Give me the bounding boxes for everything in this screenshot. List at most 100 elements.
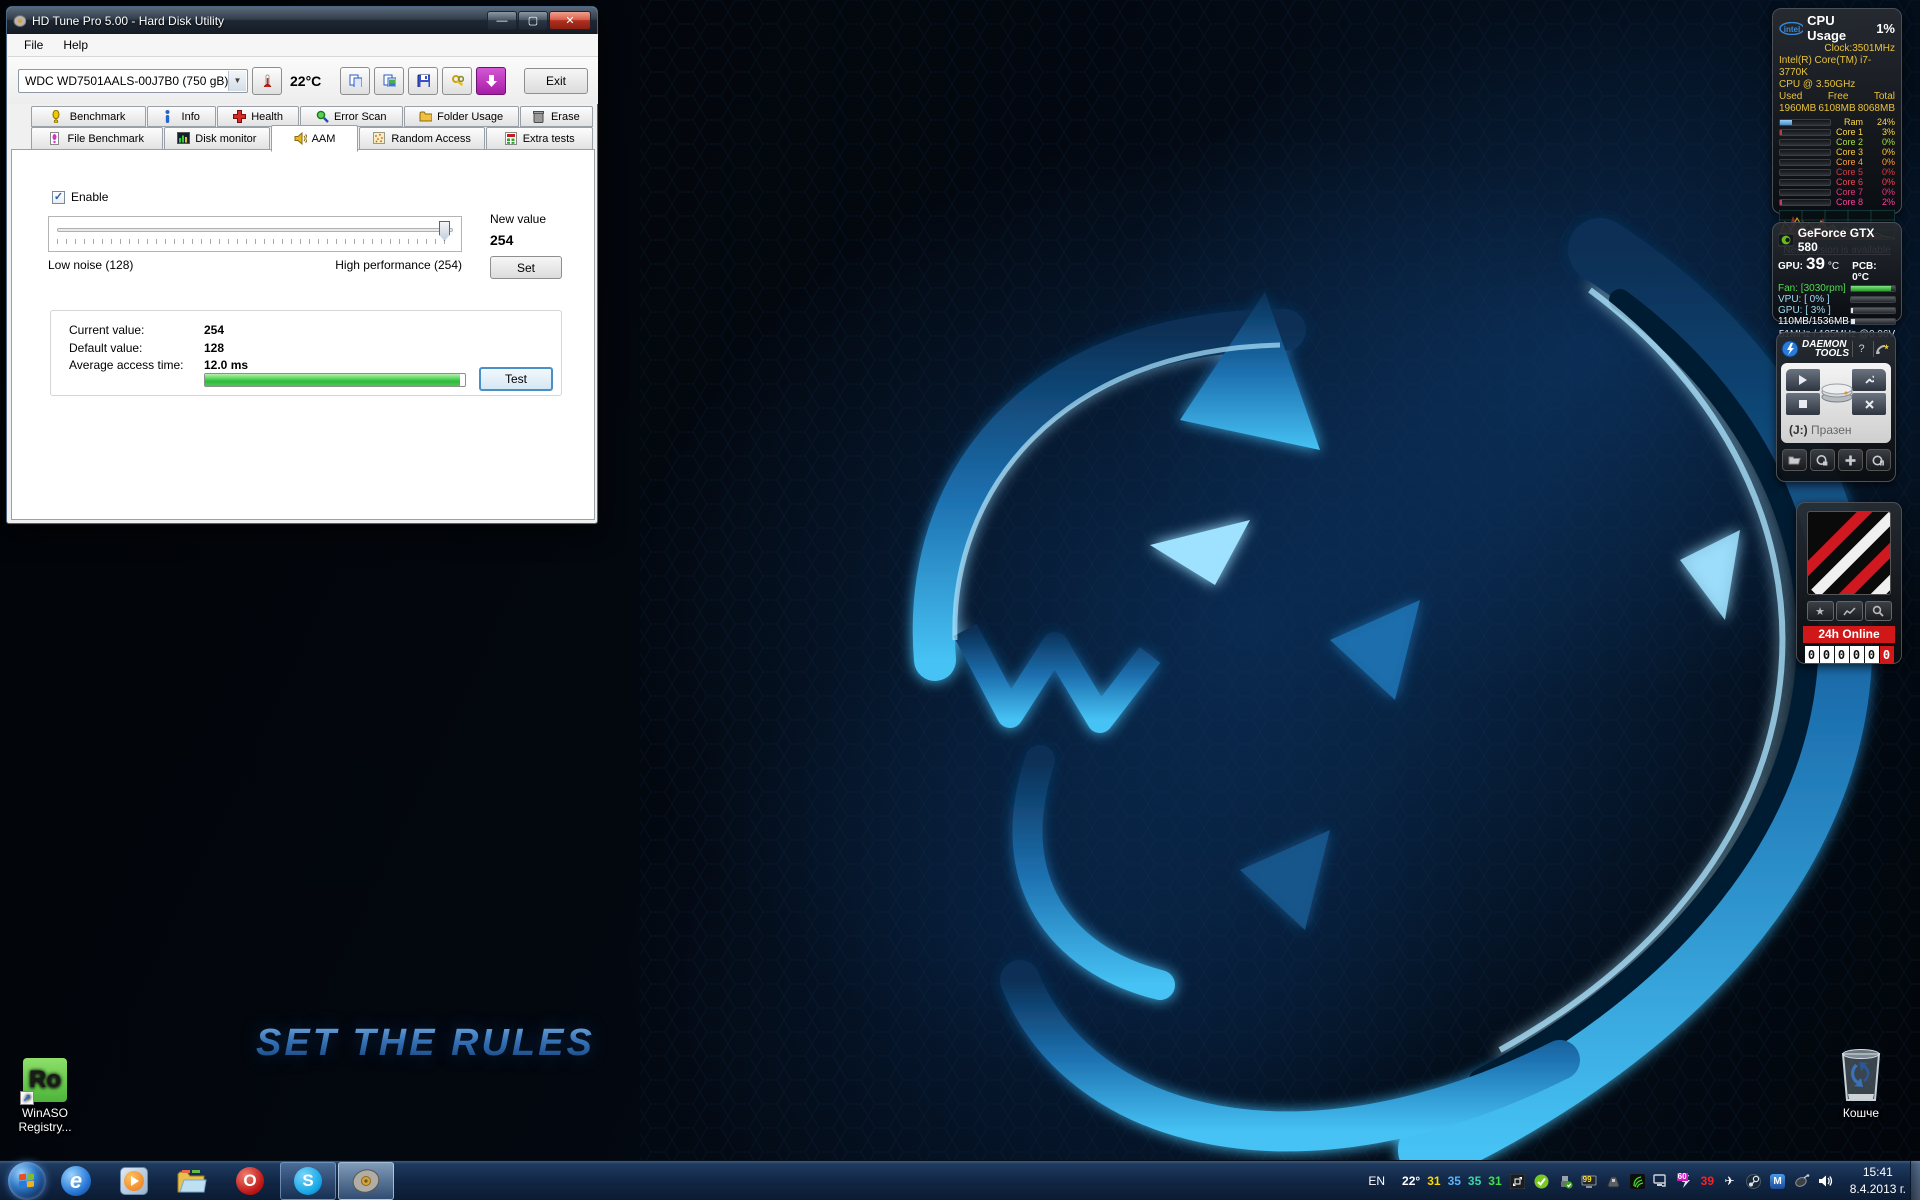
enable-checkbox[interactable]: ✓ bbox=[52, 191, 65, 204]
monitor-99-tray-icon[interactable]: 99 bbox=[1581, 1173, 1598, 1189]
avg-access-row: Average access time: 12.0 ms bbox=[69, 358, 248, 372]
tray-temp-1[interactable]: 22° bbox=[1402, 1174, 1420, 1188]
access-time-progressbar bbox=[204, 373, 466, 387]
tab-folder-usage[interactable]: Folder Usage bbox=[404, 106, 519, 127]
tab-random-access[interactable]: Random Access bbox=[359, 127, 486, 150]
progress-fill bbox=[205, 374, 460, 386]
copy-screenshot-button[interactable] bbox=[374, 67, 404, 95]
tab-info[interactable]: Info bbox=[147, 106, 216, 127]
volume-tray-icon[interactable] bbox=[1817, 1173, 1834, 1189]
daemon-mount-folder-button[interactable] bbox=[1782, 449, 1807, 471]
minimize-button[interactable]: — bbox=[487, 11, 517, 30]
disc-save-icon bbox=[1816, 455, 1828, 466]
visitor-counter-gadget[interactable]: ★ 24h Online 0 0 0 0 0 0 bbox=[1796, 502, 1902, 664]
tab-disk-monitor[interactable]: Disk monitor bbox=[164, 127, 271, 150]
counter-label: 24h Online bbox=[1803, 626, 1895, 643]
tab-extra-tests[interactable]: Extra tests bbox=[486, 127, 593, 150]
scroll-down-button[interactable] bbox=[476, 67, 506, 95]
drive-select[interactable]: WDC WD7501AALS-00J7B0 (750 gB) ▼ bbox=[18, 69, 248, 93]
daemon-news-button[interactable] bbox=[1873, 341, 1891, 357]
daemon-play-button[interactable] bbox=[1786, 369, 1820, 391]
tab-error-scan[interactable]: Error Scan bbox=[300, 106, 403, 127]
razer-tray-icon[interactable] bbox=[1629, 1173, 1646, 1189]
taskbar-app-explorer[interactable] bbox=[164, 1162, 220, 1200]
aam-slider[interactable] bbox=[48, 216, 462, 252]
language-indicator[interactable]: EN bbox=[1368, 1174, 1385, 1188]
tab-erase[interactable]: Erase bbox=[520, 106, 593, 127]
clock-date: 8.4.2013 г. bbox=[1850, 1181, 1906, 1198]
cpu-usage-gadget[interactable]: intel CPU Usage 1% Clock:3501MHz Intel(R… bbox=[1772, 8, 1902, 214]
magicdisc-tray-icon[interactable]: M bbox=[1769, 1173, 1786, 1189]
cpu-60-tray-icon[interactable]: 60 bbox=[1677, 1173, 1694, 1189]
taskbar-clock[interactable]: 15:41 8.4.2013 г. bbox=[1850, 1164, 1906, 1198]
tray-temp-2[interactable]: 31 bbox=[1427, 1174, 1440, 1188]
clock-time: 15:41 bbox=[1850, 1164, 1906, 1181]
tab-benchmark[interactable]: Benchmark bbox=[31, 106, 146, 127]
airplane-tray-icon[interactable]: ✈ bbox=[1721, 1173, 1738, 1189]
test-button[interactable]: Test bbox=[479, 367, 553, 391]
daemon-stop-button[interactable] bbox=[1786, 393, 1820, 415]
title-bar[interactable]: HD Tune Pro 5.00 - Hard Disk Utility — ▢… bbox=[7, 7, 597, 34]
steam-tray-icon[interactable] bbox=[1745, 1173, 1762, 1189]
slider-ticks bbox=[57, 239, 453, 244]
options-button[interactable] bbox=[442, 67, 472, 95]
folder-icon bbox=[419, 110, 432, 123]
tray-temp-4[interactable]: 35 bbox=[1468, 1174, 1481, 1188]
taskbar-app-media-player[interactable] bbox=[106, 1162, 162, 1200]
current-value: 254 bbox=[204, 323, 224, 337]
meter-row-ram: Ram 24% bbox=[1779, 117, 1895, 127]
tray-temp-39[interactable]: 39 bbox=[1701, 1174, 1714, 1188]
counter-search-button[interactable] bbox=[1865, 601, 1892, 621]
daemon-tools-gadget[interactable]: DAEMON TOOLS ? bbox=[1776, 332, 1896, 482]
tab-health[interactable]: Health bbox=[217, 106, 299, 127]
amd-tray-icon[interactable] bbox=[1509, 1173, 1526, 1189]
counter-star-button[interactable]: ★ bbox=[1807, 601, 1834, 621]
keyboard-tray-icon[interactable] bbox=[1605, 1173, 1622, 1189]
down-arrow-icon bbox=[485, 74, 498, 87]
current-value-row: Current value: 254 bbox=[69, 323, 224, 337]
desktop-icon-recycle-bin[interactable]: Кошче bbox=[1816, 1046, 1906, 1120]
taskbar-app-hdtune[interactable] bbox=[338, 1162, 394, 1200]
network-tray-icon[interactable] bbox=[1653, 1173, 1670, 1189]
gpu-title: GeForce GTX 580 bbox=[1798, 226, 1896, 254]
tab-file-benchmark[interactable]: File Benchmark bbox=[31, 127, 163, 150]
enable-checkbox-row[interactable]: ✓ Enable bbox=[52, 190, 108, 204]
taskbar-app-opera[interactable]: O bbox=[222, 1162, 278, 1200]
play-icon bbox=[1798, 375, 1808, 385]
counter-stats-button[interactable] bbox=[1836, 601, 1863, 621]
set-button[interactable]: Set bbox=[490, 256, 562, 279]
slider-thumb[interactable] bbox=[439, 221, 450, 241]
satellite-tray-icon[interactable] bbox=[1793, 1173, 1810, 1189]
daemon-quick-mount-button[interactable] bbox=[1810, 449, 1835, 471]
maximize-button[interactable]: ▢ bbox=[518, 11, 548, 30]
recycle-bin-label: Кошче bbox=[1816, 1106, 1906, 1120]
show-desktop-button[interactable] bbox=[1910, 1161, 1920, 1200]
exit-button[interactable]: Exit bbox=[524, 68, 588, 94]
daemon-settings-button[interactable] bbox=[1852, 369, 1886, 391]
default-value-label: Default value: bbox=[69, 341, 204, 355]
tray-temp-5[interactable]: 31 bbox=[1488, 1174, 1501, 1188]
desktop-icon-winaso[interactable]: Ro ↗ WinASO Registry... bbox=[0, 1058, 90, 1134]
tray-temp-3[interactable]: 35 bbox=[1448, 1174, 1461, 1188]
menu-help[interactable]: Help bbox=[55, 35, 96, 55]
opera-icon: O bbox=[243, 1171, 256, 1191]
copy-button[interactable] bbox=[340, 67, 370, 95]
tab-aam[interactable]: AAM bbox=[271, 125, 358, 152]
taskbar-app-internet-explorer[interactable]: e bbox=[48, 1162, 104, 1200]
save-button[interactable] bbox=[408, 67, 438, 95]
menu-file[interactable]: File bbox=[16, 35, 51, 55]
daemon-help-button[interactable]: ? bbox=[1852, 341, 1870, 357]
slider-groove[interactable] bbox=[57, 228, 453, 232]
close-button[interactable]: ✕ bbox=[549, 11, 591, 30]
daemon-eject-button[interactable] bbox=[1852, 393, 1886, 415]
daemon-add-drive-button[interactable] bbox=[1838, 449, 1863, 471]
start-button[interactable] bbox=[8, 1162, 46, 1200]
usb-safely-remove-tray-icon[interactable] bbox=[1557, 1173, 1574, 1189]
fan-bar bbox=[1850, 285, 1896, 292]
meter-row-core3: Core 3 0% bbox=[1779, 147, 1895, 157]
temperature-button[interactable] bbox=[252, 67, 282, 95]
gpu-gadget[interactable]: GeForce GTX 580 GPU: 39 °C PCB: 0°C Fan:… bbox=[1772, 222, 1902, 322]
taskbar-app-skype[interactable]: S bbox=[280, 1162, 336, 1200]
antivirus-tray-icon[interactable] bbox=[1533, 1173, 1550, 1189]
daemon-unmount-button[interactable] bbox=[1866, 449, 1891, 471]
